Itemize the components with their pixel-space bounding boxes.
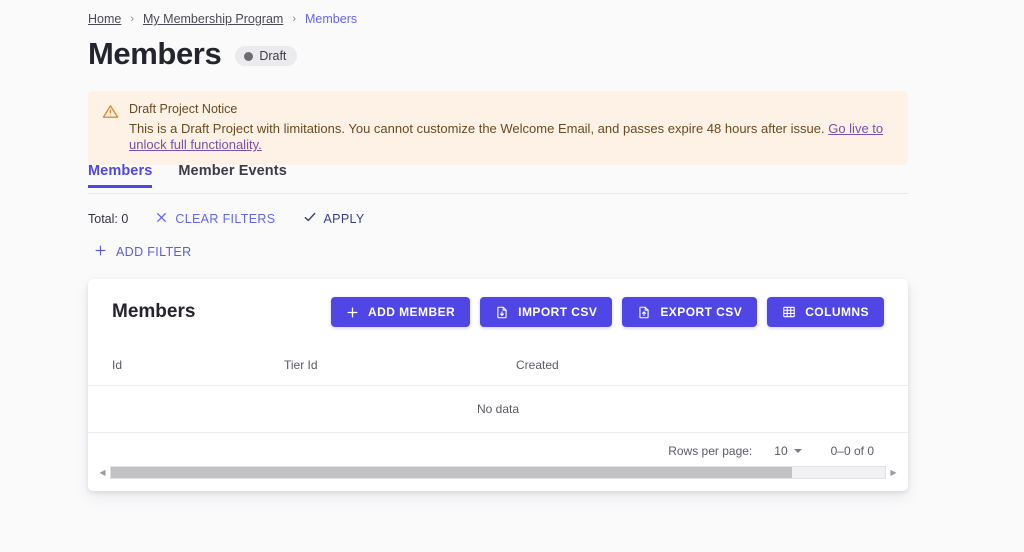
members-card: Members ADD MEMBER IMPORT CSV bbox=[88, 279, 908, 491]
apply-filters-label: APPLY bbox=[324, 212, 365, 226]
page-header: Members Draft bbox=[88, 36, 297, 72]
table-header: Id Tier Id Created bbox=[88, 348, 908, 386]
card-actions: ADD MEMBER IMPORT CSV bbox=[331, 297, 884, 327]
close-icon bbox=[155, 211, 168, 227]
status-dot-icon bbox=[244, 52, 253, 61]
rows-per-page-label: Rows per page: bbox=[668, 444, 752, 458]
tab-member-events[interactable]: Member Events bbox=[178, 163, 286, 188]
plus-icon bbox=[94, 244, 107, 260]
breadcrumb-separator-icon: › bbox=[130, 13, 134, 25]
file-import-icon bbox=[495, 305, 509, 320]
clear-filters-button[interactable]: CLEAR FILTERS bbox=[155, 211, 275, 227]
file-export-icon bbox=[637, 305, 651, 320]
grid-columns-icon bbox=[782, 305, 796, 319]
import-csv-label: IMPORT CSV bbox=[518, 305, 597, 319]
status-badge-label: Draft bbox=[259, 49, 286, 63]
total-count-label: Total: 0 bbox=[88, 212, 128, 226]
add-member-button[interactable]: ADD MEMBER bbox=[331, 297, 470, 327]
notice-title: Draft Project Notice bbox=[129, 102, 894, 116]
columns-label: COLUMNS bbox=[805, 305, 869, 319]
scroll-left-arrow-icon[interactable]: ◀ bbox=[98, 469, 107, 477]
card-title: Members bbox=[112, 301, 195, 323]
table-pagination: Rows per page: 10 0–0 of 0 bbox=[88, 433, 908, 458]
plus-icon bbox=[346, 306, 359, 319]
breadcrumb-separator-icon: › bbox=[292, 13, 296, 25]
notice-message: This is a Draft Project with limitations… bbox=[129, 121, 825, 136]
table-empty-row: No data bbox=[88, 386, 908, 433]
members-page: Home › My Membership Program › Members M… bbox=[0, 0, 1024, 552]
breadcrumb-item-program[interactable]: My Membership Program bbox=[143, 12, 283, 26]
add-filter-button[interactable]: ADD FILTER bbox=[94, 244, 192, 260]
pagination-range: 0–0 of 0 bbox=[831, 444, 874, 458]
export-csv-label: EXPORT CSV bbox=[660, 305, 742, 319]
add-filter-label: ADD FILTER bbox=[116, 245, 192, 259]
column-header-tier-id[interactable]: Tier Id bbox=[284, 348, 516, 386]
apply-filters-button[interactable]: APPLY bbox=[303, 210, 365, 227]
scrollbar-thumb[interactable] bbox=[111, 467, 792, 478]
draft-notice-banner: Draft Project Notice This is a Draft Pro… bbox=[88, 91, 908, 165]
no-data-message: No data bbox=[88, 386, 908, 433]
breadcrumb-item-home[interactable]: Home bbox=[88, 12, 121, 26]
scroll-right-arrow-icon[interactable]: ▶ bbox=[889, 469, 898, 477]
page-title: Members bbox=[88, 36, 221, 72]
breadcrumb-item-members[interactable]: Members bbox=[305, 12, 357, 26]
rows-per-page-select[interactable]: 10 bbox=[774, 444, 801, 458]
clear-filters-label: CLEAR FILTERS bbox=[175, 212, 275, 226]
status-badge: Draft bbox=[235, 46, 297, 66]
filter-bar: Total: 0 CLEAR FILTERS APPLY bbox=[88, 210, 365, 227]
warning-triangle-icon bbox=[102, 103, 119, 153]
add-member-label: ADD MEMBER bbox=[368, 305, 455, 319]
notice-text: This is a Draft Project with limitations… bbox=[129, 121, 894, 153]
tab-bar: Members Member Events bbox=[88, 163, 908, 194]
import-csv-button[interactable]: IMPORT CSV bbox=[480, 297, 612, 327]
table-header-row: Id Tier Id Created bbox=[88, 348, 908, 386]
breadcrumb: Home › My Membership Program › Members bbox=[88, 12, 357, 26]
scrollbar-track[interactable] bbox=[110, 466, 886, 479]
column-header-created[interactable]: Created bbox=[516, 348, 908, 386]
check-icon bbox=[303, 210, 317, 227]
tab-members[interactable]: Members bbox=[88, 163, 152, 188]
table-body: No data bbox=[88, 386, 908, 433]
chevron-down-icon bbox=[794, 449, 802, 453]
rows-per-page-value: 10 bbox=[774, 444, 787, 458]
horizontal-scrollbar[interactable]: ◀ ▶ bbox=[98, 465, 898, 480]
column-header-id[interactable]: Id bbox=[88, 348, 284, 386]
rows-per-page: Rows per page: 10 bbox=[668, 444, 801, 458]
export-csv-button[interactable]: EXPORT CSV bbox=[622, 297, 757, 327]
members-table: Id Tier Id Created No data bbox=[88, 348, 908, 433]
card-header: Members ADD MEMBER IMPORT CSV bbox=[88, 279, 908, 327]
columns-button[interactable]: COLUMNS bbox=[767, 297, 884, 327]
